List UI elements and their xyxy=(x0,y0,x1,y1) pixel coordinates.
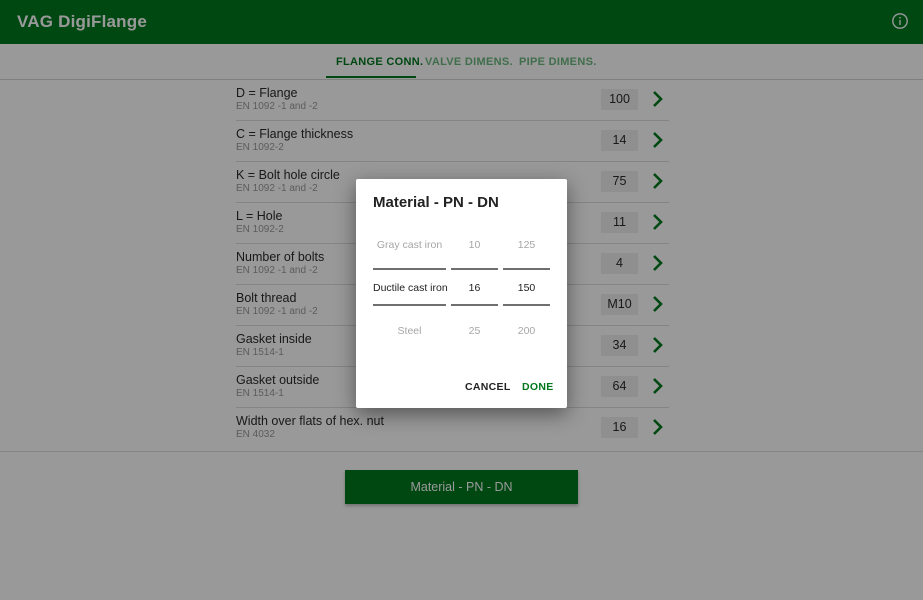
done-button[interactable]: DONE xyxy=(522,381,554,393)
material-option-next[interactable]: Steel xyxy=(373,325,446,337)
material-option-prev[interactable]: Gray cast iron xyxy=(373,239,446,251)
picker-divider xyxy=(503,268,550,270)
dialog-title: Material - PN - DN xyxy=(373,194,499,211)
picker-divider xyxy=(451,304,498,306)
dn-option-next[interactable]: 200 xyxy=(503,325,550,337)
pn-option-selected[interactable]: 16 xyxy=(451,282,498,294)
dn-option-prev[interactable]: 125 xyxy=(503,239,550,251)
cancel-button[interactable]: CANCEL xyxy=(465,381,511,393)
picker-divider xyxy=(373,304,446,306)
picker-divider xyxy=(451,268,498,270)
picker-divider xyxy=(503,304,550,306)
pn-option-prev[interactable]: 10 xyxy=(451,239,498,251)
pn-option-next[interactable]: 25 xyxy=(451,325,498,337)
material-option-selected[interactable]: Ductile cast iron xyxy=(373,282,448,294)
material-pn-dn-dialog: Material - PN - DN Gray cast iron Ductil… xyxy=(356,179,567,408)
picker-divider xyxy=(373,268,446,270)
dn-option-selected[interactable]: 150 xyxy=(503,282,550,294)
